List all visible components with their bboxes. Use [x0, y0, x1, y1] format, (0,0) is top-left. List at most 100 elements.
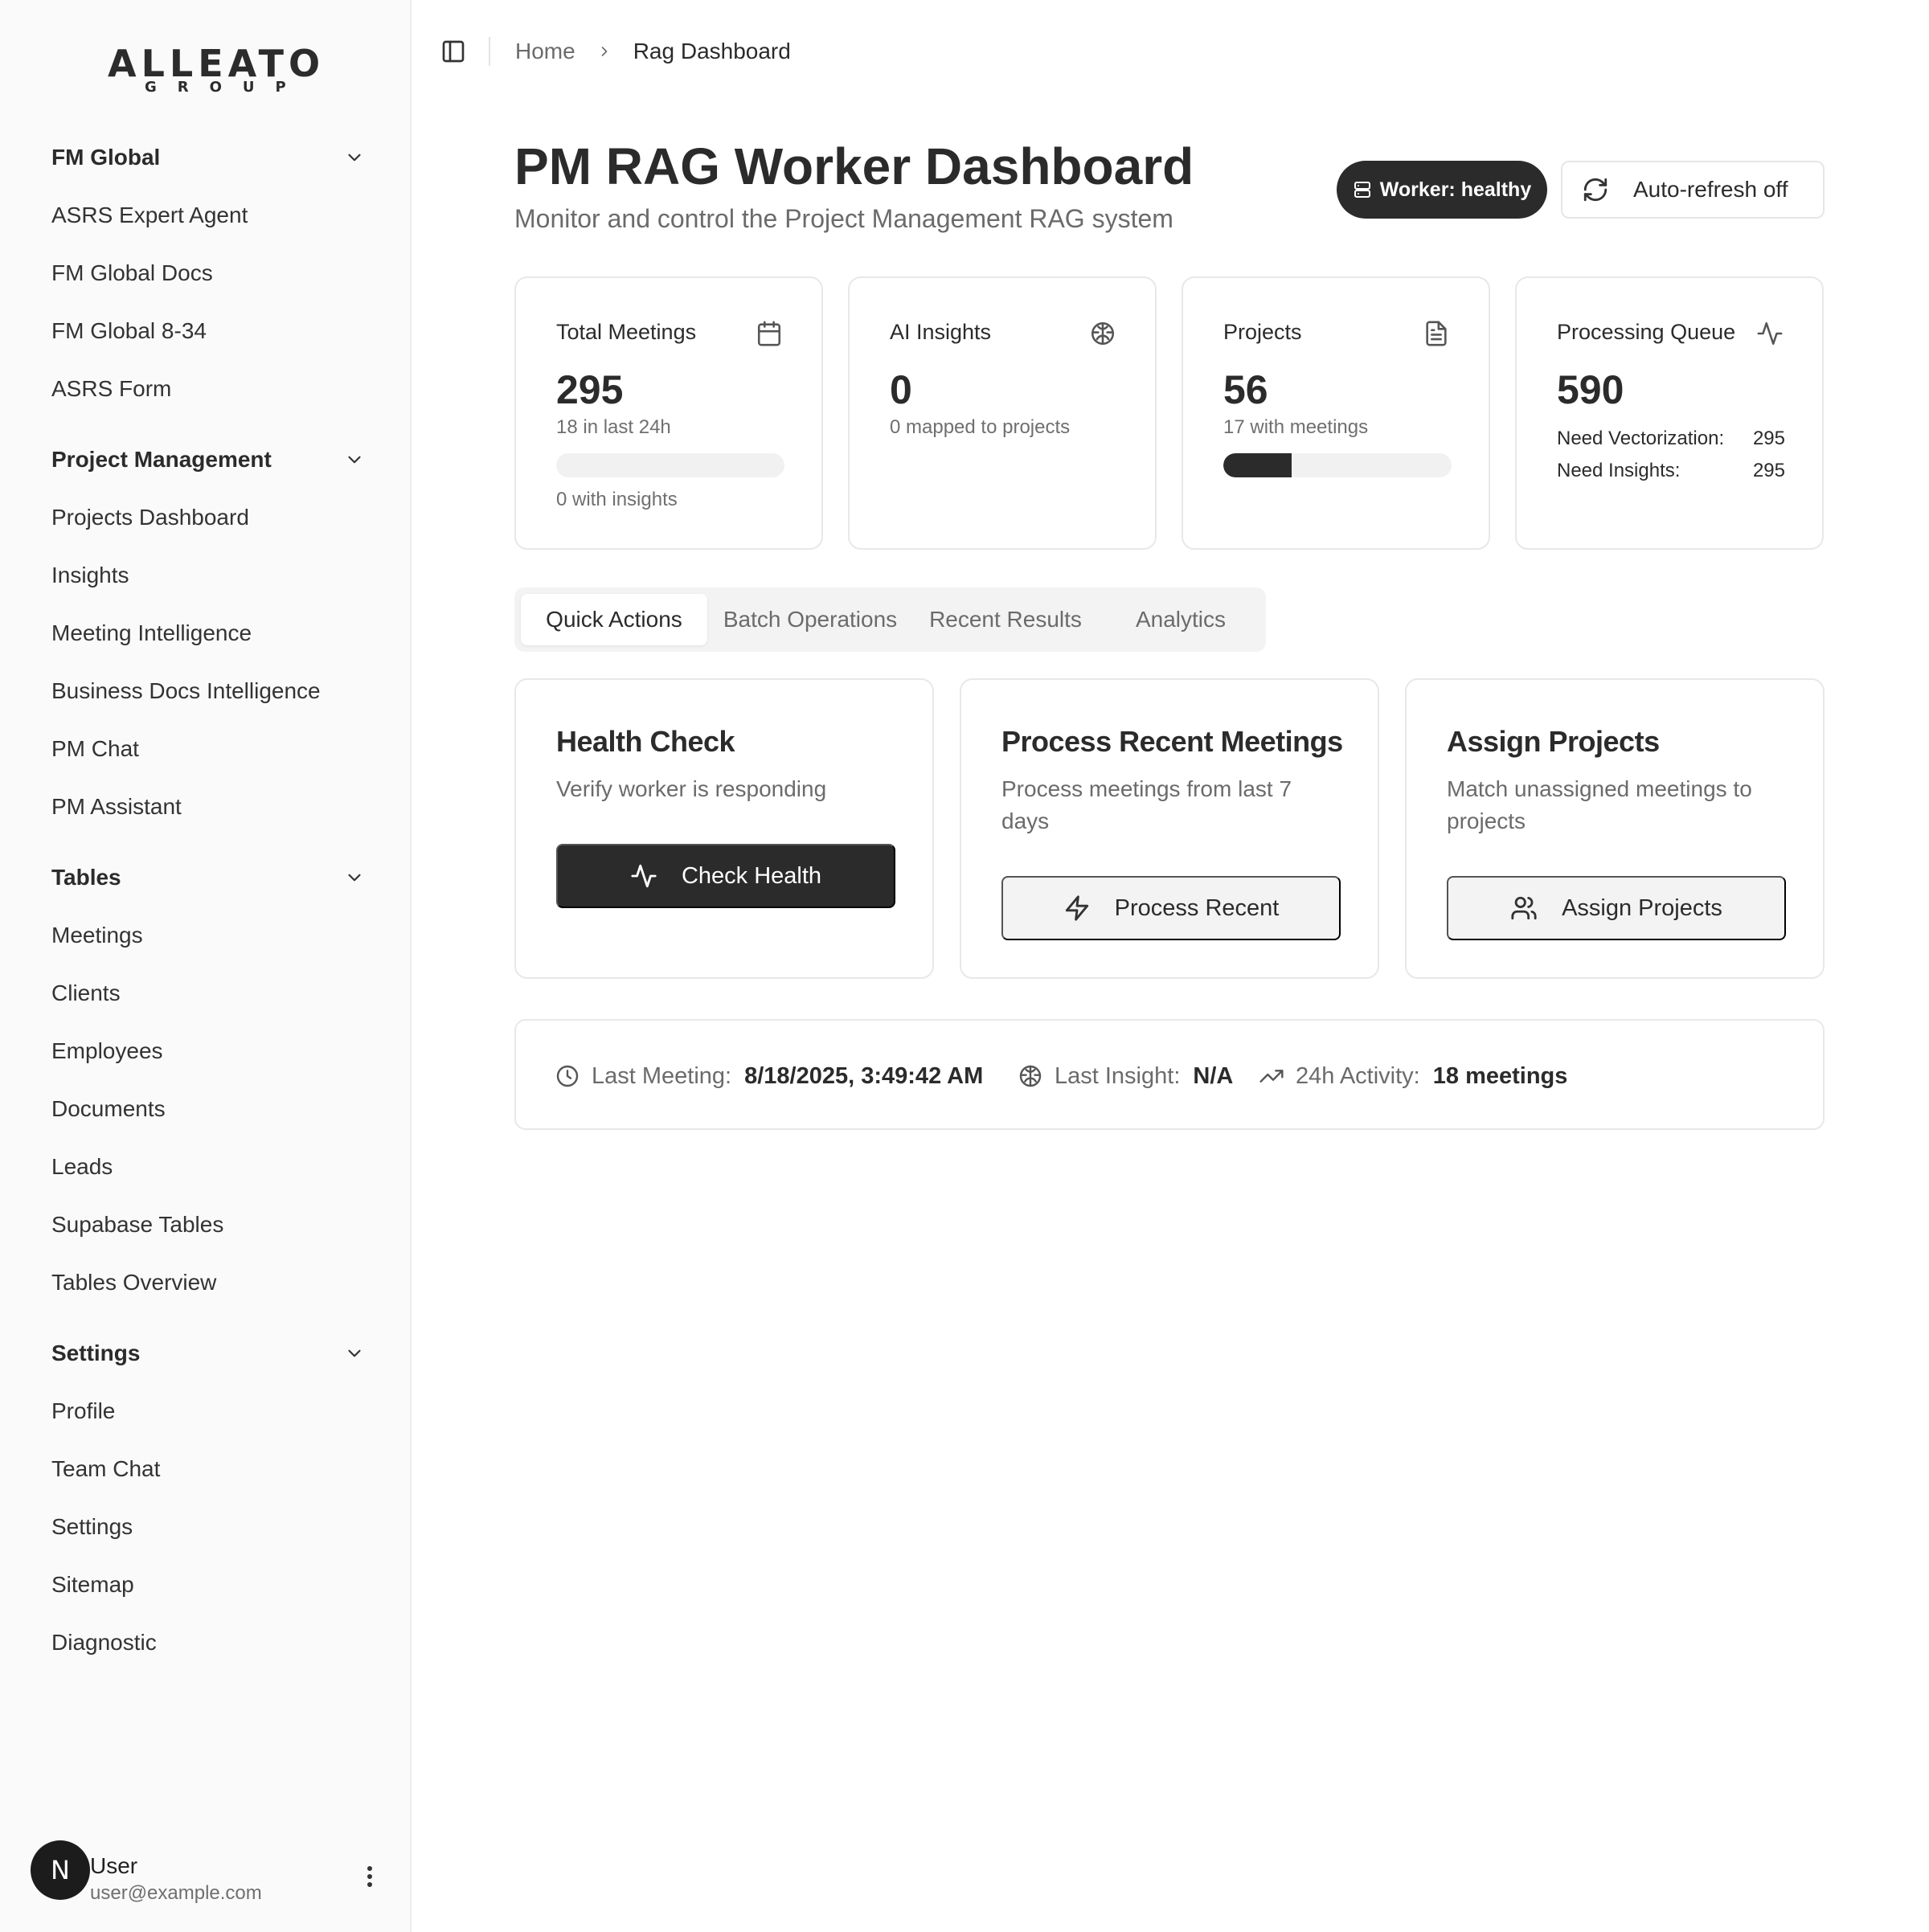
action-description: Process meetings from last 7 days: [1001, 776, 1292, 833]
tab-analytics[interactable]: Analytics: [1104, 594, 1257, 645]
sidebar-item-team-chat[interactable]: Team Chat: [51, 1440, 365, 1498]
sidebar-item-documents[interactable]: Documents: [51, 1080, 365, 1138]
page-title: PM RAG Worker Dashboard: [514, 137, 1194, 195]
brain-icon: [1019, 1065, 1042, 1087]
nav-group-title: Project Management: [51, 447, 272, 472]
breadcrumb: Home Rag Dashboard: [515, 37, 791, 66]
sidebar-item-tables-overview[interactable]: Tables Overview: [51, 1254, 365, 1312]
status-value: N/A: [1193, 1062, 1234, 1089]
nav-group-header[interactable]: FM Global: [51, 141, 365, 174]
refresh-icon: [1583, 178, 1608, 202]
sidebar-item-fm-global-8-34[interactable]: FM Global 8-34: [51, 302, 365, 360]
stat-label: Total Meetings: [556, 320, 697, 344]
stat-card-projects: Projects 56 17 with meetings: [1182, 276, 1490, 550]
stat-footnote: 0 with insights: [556, 489, 678, 510]
sidebar-item-insights[interactable]: Insights: [51, 546, 365, 604]
user-email: user@example.com: [90, 1882, 262, 1904]
queue-insights-label: Need Insights:: [1557, 460, 1681, 481]
file-text-icon: [1426, 321, 1447, 346]
sidebar-item-business-docs-intelligence[interactable]: Business Docs Intelligence: [51, 662, 365, 720]
more-vertical-icon[interactable]: [362, 1864, 378, 1889]
queue-insights-row: Need Insights: 295: [1557, 460, 1785, 482]
sidebar-item-fm-global-docs[interactable]: FM Global Docs: [51, 244, 365, 302]
sidebar-item-asrs-form[interactable]: ASRS Form: [51, 360, 365, 418]
zap-icon: [1065, 895, 1088, 921]
chevron-right-icon: [601, 47, 608, 56]
action-title: Process Recent Meetings: [1001, 725, 1343, 758]
nav-group-settings: Settings Profile Team Chat Settings Site…: [51, 1337, 365, 1672]
stat-value: 56: [1223, 367, 1268, 412]
auto-refresh-label: Auto-refresh off: [1633, 177, 1788, 202]
avatar: N: [31, 1840, 90, 1900]
brand-sub: GROUP: [145, 79, 307, 96]
chevron-down-icon: [348, 456, 361, 464]
action-description: Verify worker is responding: [556, 776, 827, 801]
sidebar-item-sitemap[interactable]: Sitemap: [51, 1556, 365, 1614]
stat-value: 295: [556, 367, 624, 412]
sidebar-item-asrs-expert-agent[interactable]: ASRS Expert Agent: [51, 186, 365, 244]
nav-group-title: Settings: [51, 1341, 141, 1365]
sidebar-item-clients[interactable]: Clients: [51, 964, 365, 1022]
progress-fill: [1223, 453, 1292, 477]
action-description: Match unassigned meetings to projects: [1447, 776, 1752, 833]
stat-label: Projects: [1223, 320, 1302, 344]
action-title: Assign Projects: [1447, 725, 1660, 758]
sidebar-item-meetings[interactable]: Meetings: [51, 907, 365, 964]
calendar-icon: [757, 321, 781, 346]
sidebar-item-pm-assistant[interactable]: PM Assistant: [51, 778, 365, 836]
activity-icon: [631, 864, 657, 888]
sidebar-item-employees[interactable]: Employees: [51, 1022, 365, 1080]
brain-icon: [1091, 321, 1115, 346]
button-label: Assign Projects: [1562, 894, 1722, 921]
queue-vectorization-value: 295: [1752, 428, 1785, 449]
activity-icon: [1757, 321, 1783, 346]
nav-group-header[interactable]: Settings: [51, 1337, 365, 1369]
sidebar-item-settings[interactable]: Settings: [51, 1498, 365, 1556]
tab-quick-actions[interactable]: Quick Actions: [521, 594, 707, 645]
tab-batch-operations[interactable]: Batch Operations: [714, 594, 907, 645]
nav-group-header[interactable]: Project Management: [51, 444, 365, 476]
brand-logo[interactable]: ALLEATO GROUP: [104, 42, 320, 98]
sidebar-item-pm-chat[interactable]: PM Chat: [51, 720, 365, 778]
action-title: Health Check: [556, 725, 735, 758]
status-label: Last Insight:: [1055, 1062, 1181, 1089]
stat-label: AI Insights: [890, 320, 992, 344]
sidebar-item-supabase-tables[interactable]: Supabase Tables: [51, 1196, 365, 1254]
worker-status-label: Worker: healthy: [1379, 178, 1532, 201]
page-subtitle: Monitor and control the Project Manageme…: [514, 204, 1173, 233]
panel-toggle-icon[interactable]: [440, 39, 466, 64]
check-health-button[interactable]: Check Health: [556, 844, 895, 908]
action-card-process-recent: Process Recent Meetings Process meetings…: [960, 678, 1379, 979]
status-value: 18 meetings: [1432, 1062, 1568, 1089]
user-name: User: [90, 1853, 138, 1878]
button-label: Check Health: [681, 862, 822, 889]
sidebar: ALLEATO GROUP FM Global ASRS Expert Agen…: [0, 0, 412, 1932]
chevron-down-icon: [348, 153, 361, 162]
stat-card-processing-queue: Processing Queue 590 Need Vectorization:…: [1515, 276, 1824, 550]
projects-progress-bar: [1223, 453, 1452, 477]
breadcrumb-home[interactable]: Home: [515, 39, 575, 64]
assign-projects-button[interactable]: Assign Projects: [1447, 876, 1786, 940]
server-icon: [1354, 182, 1370, 198]
auto-refresh-button[interactable]: Auto-refresh off: [1561, 161, 1825, 219]
top-divider: [489, 37, 490, 66]
trending-up-icon: [1259, 1070, 1284, 1083]
chevron-down-icon: [348, 1349, 361, 1357]
nav-group-header[interactable]: Tables: [51, 862, 365, 894]
breadcrumb-current: Rag Dashboard: [633, 39, 791, 63]
nav-group-fm-global: FM Global ASRS Expert Agent FM Global Do…: [51, 141, 365, 418]
user-profile[interactable]: N User user@example.com: [31, 1840, 384, 1905]
tab-recent-results[interactable]: Recent Results: [913, 594, 1098, 645]
sidebar-item-profile[interactable]: Profile: [51, 1382, 365, 1440]
sidebar-item-projects-dashboard[interactable]: Projects Dashboard: [51, 489, 365, 546]
stat-subtext: 0 mapped to projects: [890, 416, 1071, 438]
worker-status-badge: Worker: healthy: [1337, 161, 1547, 219]
action-card-assign-projects: Assign Projects Match unassigned meeting…: [1405, 678, 1825, 979]
queue-insights-value: 295: [1752, 460, 1785, 481]
sidebar-item-meeting-intelligence[interactable]: Meeting Intelligence: [51, 604, 365, 662]
process-recent-button[interactable]: Process Recent: [1001, 876, 1341, 940]
queue-vectorization-row: Need Vectorization: 295: [1557, 428, 1785, 450]
sidebar-item-leads[interactable]: Leads: [51, 1138, 365, 1196]
sidebar-item-diagnostic[interactable]: Diagnostic: [51, 1614, 365, 1672]
nav-group-title: FM Global: [51, 145, 161, 170]
